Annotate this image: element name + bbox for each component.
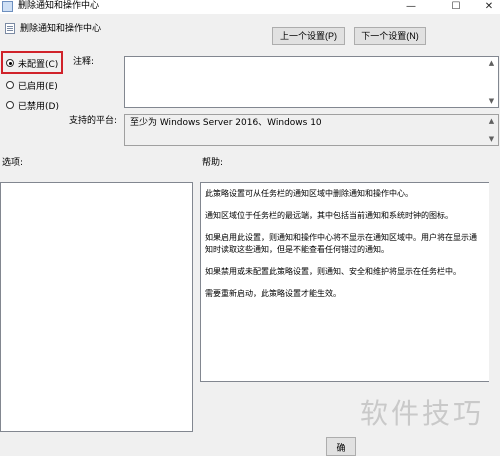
radio-unchecked-indicator xyxy=(6,101,14,109)
policy-setting-icon xyxy=(5,23,15,34)
radio-disabled-label: 已禁用(D) xyxy=(18,101,59,112)
policy-window-icon xyxy=(2,1,13,12)
window-title: 删除通知和操作中心 xyxy=(18,1,100,11)
help-paragraph: 如果启用此设置，则通知和操作中心将不显示在通知区域中。用户将在显示通知时读取这些… xyxy=(205,233,477,254)
comment-scroll-down-icon[interactable]: ▼ xyxy=(485,95,498,107)
comment-label: 注释: xyxy=(73,57,95,67)
platform-field: 至少为 Windows Server 2016、Windows 10 xyxy=(124,114,499,146)
help-paragraph: 如果禁用或未配置此策略设置，则通知、安全和维护将显示在任务栏中。 xyxy=(205,267,461,276)
radio-disabled[interactable]: 已禁用(D) xyxy=(6,99,59,112)
options-label: 选项: xyxy=(2,158,24,168)
comment-textarea[interactable] xyxy=(124,56,499,108)
policy-name: 删除通知和操作中心 xyxy=(20,24,102,34)
radio-not-configured[interactable]: 未配置(C) xyxy=(6,57,59,70)
platform-scroll-down-icon[interactable]: ▼ xyxy=(485,133,498,145)
previous-setting-button[interactable]: 上一个设置(P) xyxy=(272,27,345,45)
help-text: 此策略设置可从任务栏的通知区域中删除通知和操作中心。 通知区域位于任务栏的最远端… xyxy=(205,188,483,300)
maximize-button[interactable]: ☐ xyxy=(445,0,467,14)
radio-enabled-label: 已启用(E) xyxy=(18,81,58,92)
help-paragraph: 需要重新启动，此策略设置才能生效。 xyxy=(205,289,341,298)
watermark: 软件技巧 xyxy=(360,397,485,430)
help-paragraph: 通知区域位于任务栏的最远端，其中包括当前通知和系统时钟的图标。 xyxy=(205,211,453,220)
minimize-button[interactable]: — xyxy=(400,0,422,14)
platform-scroll-up-icon[interactable]: ▲ xyxy=(485,115,498,127)
radio-enabled[interactable]: 已启用(E) xyxy=(6,79,58,92)
help-paragraph: 此策略设置可从任务栏的通知区域中删除通知和操作中心。 xyxy=(205,189,413,198)
help-scrollbar[interactable] xyxy=(489,182,500,382)
comment-scroll-up-icon[interactable]: ▲ xyxy=(485,57,498,69)
radio-not-configured-label: 未配置(C) xyxy=(18,59,59,70)
close-button[interactable]: ✕ xyxy=(478,0,500,14)
help-pane[interactable]: 此策略设置可从任务栏的通知区域中删除通知和操作中心。 通知区域位于任务栏的最远端… xyxy=(200,182,490,382)
next-setting-button[interactable]: 下一个设置(N) xyxy=(354,27,426,45)
help-label: 帮助: xyxy=(202,158,224,168)
platform-label: 支持的平台: xyxy=(69,116,118,126)
ok-button[interactable]: 确 xyxy=(326,437,356,456)
radio-unchecked-indicator xyxy=(6,81,14,89)
radio-checked-indicator xyxy=(6,59,14,67)
options-pane[interactable] xyxy=(0,182,193,432)
